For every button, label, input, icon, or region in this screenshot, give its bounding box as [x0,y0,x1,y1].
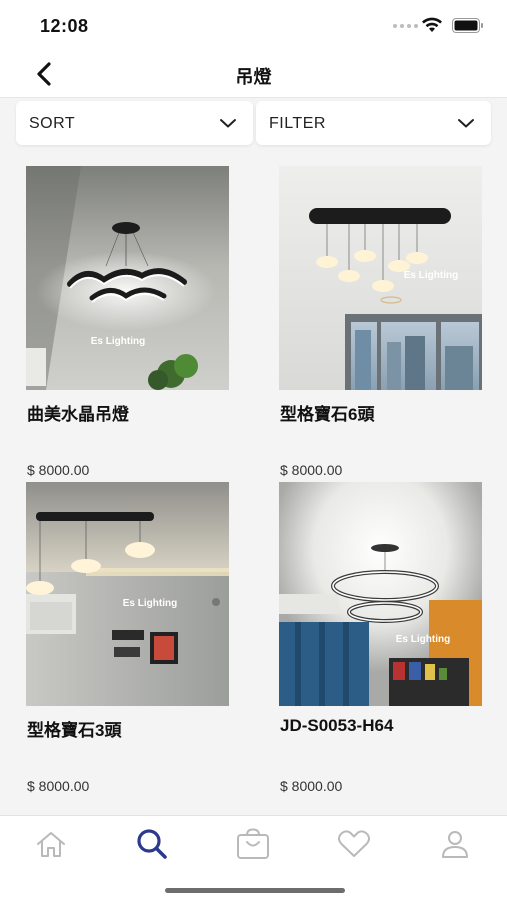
product-name: JD-S0053-H64 [280,716,394,735]
tab-profile[interactable] [433,826,477,862]
product-image: Es Lighting [279,166,482,390]
watermark-text: Es Lighting [91,336,145,347]
tab-home[interactable] [29,826,73,862]
bottom-tab-bar [0,815,507,900]
heart-icon [338,830,370,857]
home-indicator[interactable] [165,888,345,893]
product-image: Es Lighting [26,482,229,706]
cellular-signal-icon [393,24,418,28]
bag-icon [237,828,269,859]
tab-wishlist[interactable] [332,826,376,862]
watermark-text: Es Lighting [123,598,177,609]
product-name: 型格寶石6頭 [280,405,375,424]
tab-search[interactable] [130,826,174,862]
product-name: 曲美水晶吊燈 [27,405,129,424]
product-price: $ 8000.00 [27,778,90,794]
tab-cart[interactable] [231,826,275,862]
product-price: $ 8000.00 [280,778,343,794]
home-icon [37,832,65,857]
search-icon [137,829,167,859]
navigation-bar: 吊燈 [0,50,507,98]
chevron-down-icon [458,119,474,128]
filter-dropdown[interactable]: FILTER [256,101,491,145]
sort-filter-toolbar: SORT FILTER [0,98,507,150]
wifi-icon [422,17,442,32]
filter-label: FILTER [269,115,326,132]
watermark-text: Es Lighting [404,270,458,281]
status-time: 12:08 [40,16,89,36]
chevron-down-icon [220,119,236,128]
page-title: 吊燈 [235,67,272,87]
product-name: 型格寶石3頭 [27,721,122,740]
watermark-text: Es Lighting [396,634,450,645]
sort-dropdown[interactable]: SORT [16,101,253,145]
status-bar: 12:08 [0,0,507,50]
product-grid: Es Lighting 曲美水晶吊燈 $ 8000.00 Es Lighting… [0,150,507,815]
product-image: Es Lighting [26,166,229,390]
battery-icon [452,18,483,33]
user-icon [442,831,468,858]
product-price: $ 8000.00 [280,462,343,478]
product-image: Es Lighting [279,482,482,706]
sort-label: SORT [29,115,76,132]
product-price: $ 8000.00 [27,462,90,478]
